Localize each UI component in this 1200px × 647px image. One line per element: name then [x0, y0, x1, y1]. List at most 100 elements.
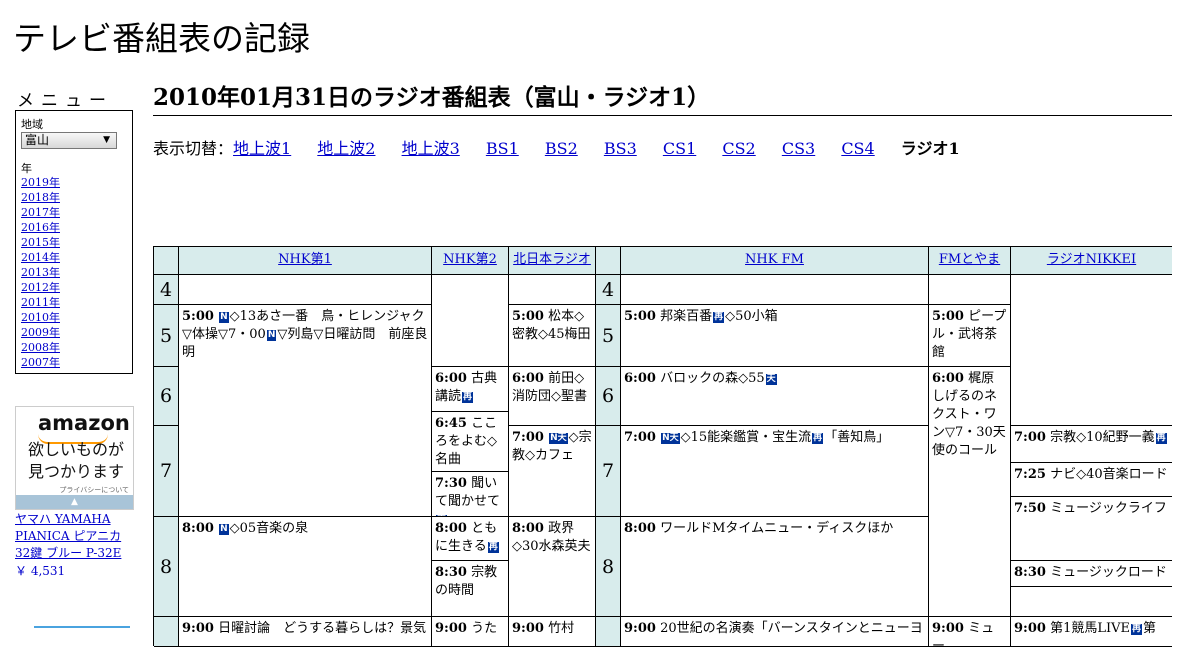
switch-link-chijo3[interactable]: 地上波3: [402, 139, 460, 158]
header-corner-2: [596, 247, 621, 275]
product-price: ￥ 4,531: [15, 564, 66, 578]
program-empty: [179, 275, 432, 305]
program-cell[interactable]: 7:50 ミュージックライフ: [1011, 497, 1172, 561]
switch-link-cs3[interactable]: CS3: [782, 139, 815, 158]
program-cell[interactable]: 6:00 バロックの森◇55 天: [621, 367, 929, 426]
year-link[interactable]: 2007年: [21, 356, 60, 369]
hour-cell: 7: [154, 426, 179, 517]
year-link[interactable]: 2015年: [21, 236, 60, 249]
amazon-logo: amazon: [38, 411, 130, 435]
program-cell[interactable]: 8:00 N ◇05音楽の泉: [179, 517, 432, 617]
hour-cell: 8: [596, 517, 621, 617]
program-cell[interactable]: 5:00 ピープル・武将茶館: [929, 305, 1011, 367]
channel-link[interactable]: NHK第1: [278, 252, 332, 267]
year-link[interactable]: 2009年: [21, 326, 60, 339]
news-icon: N: [219, 524, 229, 535]
year-link[interactable]: 2008年: [21, 341, 60, 354]
switch-link-bs2[interactable]: BS2: [545, 139, 578, 158]
channel-header-nhkfm[interactable]: NHK FM: [621, 247, 929, 275]
year-link[interactable]: 2017年: [21, 206, 60, 219]
program-cell[interactable]: 5:00 松本◇密教◇45梅田: [509, 305, 596, 367]
switch-current-radio1: ラジオ1: [900, 139, 960, 158]
channel-link[interactable]: FMとやま: [939, 252, 1000, 267]
header-corner: [154, 247, 179, 275]
switch-link-cs2[interactable]: CS2: [722, 139, 755, 158]
year-link[interactable]: 2014年: [21, 251, 60, 264]
program-cell[interactable]: 9:00 ミュー: [929, 617, 1011, 647]
hour-cell: 6: [154, 367, 179, 426]
program-cell[interactable]: 9:00 日曜討論 どうする暮らしは？景気: [179, 617, 432, 647]
menu-box: 地域 富山 ▼ 年 2019年 2018年 2017年 2016年 2015年 …: [15, 110, 133, 374]
program-empty: [1011, 587, 1172, 617]
program-cell[interactable]: 5:00 邦楽百番再 ◇50小箱: [621, 305, 929, 367]
program-cell[interactable]: 6:45 こころをよむ◇名曲: [432, 412, 509, 472]
hour-cell: 4: [596, 275, 621, 305]
year-link[interactable]: 2011年: [21, 296, 60, 309]
program-cell[interactable]: 8:30 宗教の時間: [432, 561, 509, 617]
program-cell[interactable]: 7:00 N天 ◇宗教◇カフェ: [509, 426, 596, 517]
hour-cell: 5: [154, 305, 179, 367]
hour-cell: 4: [154, 275, 179, 305]
triangle-up-icon: ▲: [71, 497, 78, 507]
program-empty: [1011, 275, 1172, 426]
switch-link-cs4[interactable]: CS4: [841, 139, 874, 158]
year-label: 年: [21, 162, 32, 175]
program-cell[interactable]: 6:00 古典講読再: [432, 367, 509, 412]
program-cell[interactable]: 5:00 N ◇13あさ一番 鳥・ヒレンジャク▽体操▽7・00 N ▽列島▽日曜訪問 …: [179, 305, 432, 517]
program-cell[interactable]: 8:00 ともに生きる再: [432, 517, 509, 561]
program-empty: [509, 275, 596, 305]
channel-link[interactable]: 北日本ラジオ: [513, 252, 591, 267]
channel-header-fmtoyama[interactable]: FMとやま: [929, 247, 1011, 275]
switch-link-cs1[interactable]: CS1: [663, 139, 696, 158]
news-weather-icon: N天: [549, 433, 568, 444]
site-title: テレビ番組表の記録: [13, 19, 310, 58]
program-cell[interactable]: 8:30 ミュージックロード: [1011, 561, 1172, 587]
news-weather-icon: N天: [661, 433, 680, 444]
program-cell[interactable]: 8:00 政界◇30水森英夫: [509, 517, 596, 617]
program-cell[interactable]: 8:00 ワールドMタイムニュー・ディスクほか: [621, 517, 929, 617]
hour-cell: 5: [596, 305, 621, 367]
program-cell[interactable]: 7:00 N天 ◇15能楽鑑賞・宝生流再「善知鳥」: [621, 426, 929, 517]
switch-link-bs1[interactable]: BS1: [486, 139, 519, 158]
program-cell[interactable]: 9:00 うた: [432, 617, 509, 647]
program-cell[interactable]: 9:00 竹村: [509, 617, 596, 647]
year-link[interactable]: 2018年: [21, 191, 60, 204]
switch-link-bs3[interactable]: BS3: [604, 139, 637, 158]
region-selected-value: 富山: [25, 133, 50, 147]
year-link[interactable]: 2013年: [21, 266, 60, 279]
channel-header-kitanihon[interactable]: 北日本ラジオ: [509, 247, 596, 275]
weather-icon: 天: [765, 374, 777, 385]
year-link[interactable]: 2010年: [21, 311, 60, 324]
program-cell[interactable]: 9:00 第1競馬LIVE 再第: [1011, 617, 1172, 647]
program-cell[interactable]: 7:30 聞いて聞かせて再: [432, 472, 509, 517]
year-list: 2019年 2018年 2017年 2016年 2015年 2014年 2013…: [21, 175, 60, 370]
program-cell[interactable]: 6:00 前田◇消防団◇聖書: [509, 367, 596, 426]
year-link[interactable]: 2019年: [21, 176, 60, 189]
product-link[interactable]: ヤマハ YAMAHA PIANICA ピアニカ 32鍵 ブルー P-32E: [15, 511, 135, 562]
hour-cell: [596, 617, 621, 647]
menu-heading: メニュー: [17, 91, 113, 111]
channel-header-nikkei[interactable]: ラジオNIKKEI: [1011, 247, 1172, 275]
program-cell[interactable]: 9:00 20世紀の名演奏「バーンスタインとニューヨ: [621, 617, 929, 647]
channel-link[interactable]: ラジオNIKKEI: [1047, 252, 1136, 267]
year-link[interactable]: 2016年: [21, 221, 60, 234]
amazon-ad[interactable]: amazon 欲しいものが見つかります プライバシーについて ▲: [15, 406, 134, 510]
ad-collapse-bar[interactable]: ▲: [16, 495, 133, 509]
ad-privacy-link[interactable]: プライバシーについて: [59, 485, 129, 495]
program-cell[interactable]: 7:00 宗教◇10紀野一義再: [1011, 426, 1172, 463]
switch-label: 表示切替：: [153, 139, 234, 158]
year-link[interactable]: 2012年: [21, 281, 60, 294]
hour-cell: 6: [596, 367, 621, 426]
channel-header-nhk2[interactable]: NHK第2: [432, 247, 509, 275]
channel-link[interactable]: NHK FM: [745, 252, 804, 267]
hour-cell: [154, 617, 179, 647]
region-select[interactable]: 富山 ▼: [21, 132, 117, 149]
page-heading: 2010年01月31日のラジオ番組表（富山・ラジオ1）: [153, 83, 1172, 116]
program-cell[interactable]: 6:00 梶原しげるのネクスト・ワン▽7・30天使のコール: [929, 367, 1011, 617]
channel-link[interactable]: NHK第2: [443, 252, 497, 267]
program-cell[interactable]: 7:25 ナビ◇40音楽ロード: [1011, 463, 1172, 497]
switch-link-chijo2[interactable]: 地上波2: [317, 139, 375, 158]
program-grid: NHK第1 NHK第2 北日本ラジオ NHK FM FMとやま ラジオNIKKE…: [153, 246, 1172, 647]
switch-link-chijo1[interactable]: 地上波1: [233, 139, 291, 158]
channel-header-nhk1[interactable]: NHK第1: [179, 247, 432, 275]
